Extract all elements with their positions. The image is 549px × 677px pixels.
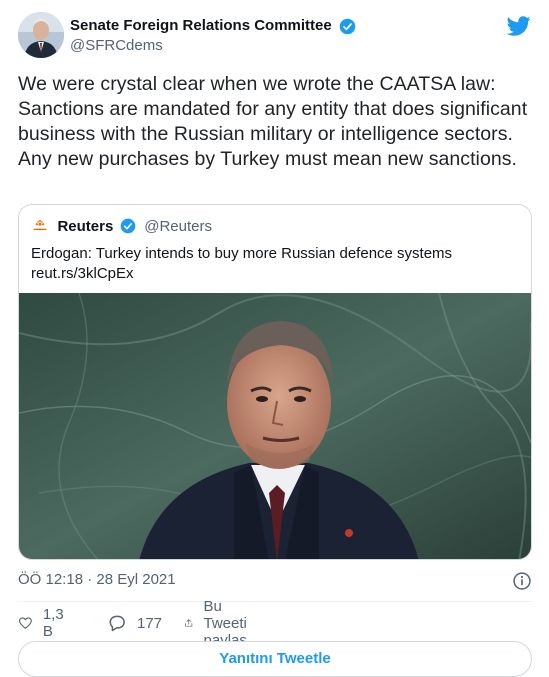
quoted-link[interactable]: reut.rs/3klCpEx xyxy=(31,264,521,284)
tweet-header: Senate Foreign Relations Committee @SFRC… xyxy=(18,12,533,60)
share-action[interactable]: Bu Tweeti paylaş xyxy=(184,598,257,649)
info-icon[interactable] xyxy=(512,571,532,591)
quoted-author-name: Reuters xyxy=(57,217,114,235)
quoted-tweet-text: Erdogan: Turkey intends to buy more Russ… xyxy=(31,244,521,284)
tweet-text: We were crystal clear when we wrote the … xyxy=(18,73,528,170)
author-handle[interactable]: @SFRCdems xyxy=(70,36,356,56)
like-count: 1,3 B xyxy=(42,606,64,640)
reply-bubble-icon xyxy=(109,615,125,632)
share-icon xyxy=(185,619,193,627)
quoted-tweet-photo[interactable] xyxy=(19,293,531,560)
divider xyxy=(18,601,533,602)
verified-badge-icon xyxy=(339,18,356,34)
heart-icon xyxy=(18,617,32,629)
reply-action[interactable]: 177 xyxy=(107,611,162,635)
author-name[interactable]: Senate Foreign Relations Committee xyxy=(70,17,332,35)
verified-badge-icon xyxy=(120,218,136,234)
reuters-logo-icon xyxy=(31,217,49,235)
quoted-headline: Erdogan: Turkey intends to buy more Russ… xyxy=(31,245,453,262)
quoted-tweet-header: Reuters @Reuters xyxy=(31,217,212,237)
reply-count: 177 xyxy=(137,614,163,632)
twitter-bird-icon[interactable] xyxy=(507,14,531,38)
quoted-author-handle: @Reuters xyxy=(144,217,212,235)
tweet-timestamp[interactable]: ÖÖ 12:18 · 28 Eyl 2021 xyxy=(18,571,176,588)
like-action[interactable]: 1,3 B xyxy=(18,606,69,640)
author-avatar[interactable] xyxy=(18,12,64,58)
quoted-tweet[interactable]: Reuters @Reuters Erdogan: Turkey intends… xyxy=(18,204,532,560)
author-info: Senate Foreign Relations Committee @SFRC… xyxy=(70,17,356,56)
